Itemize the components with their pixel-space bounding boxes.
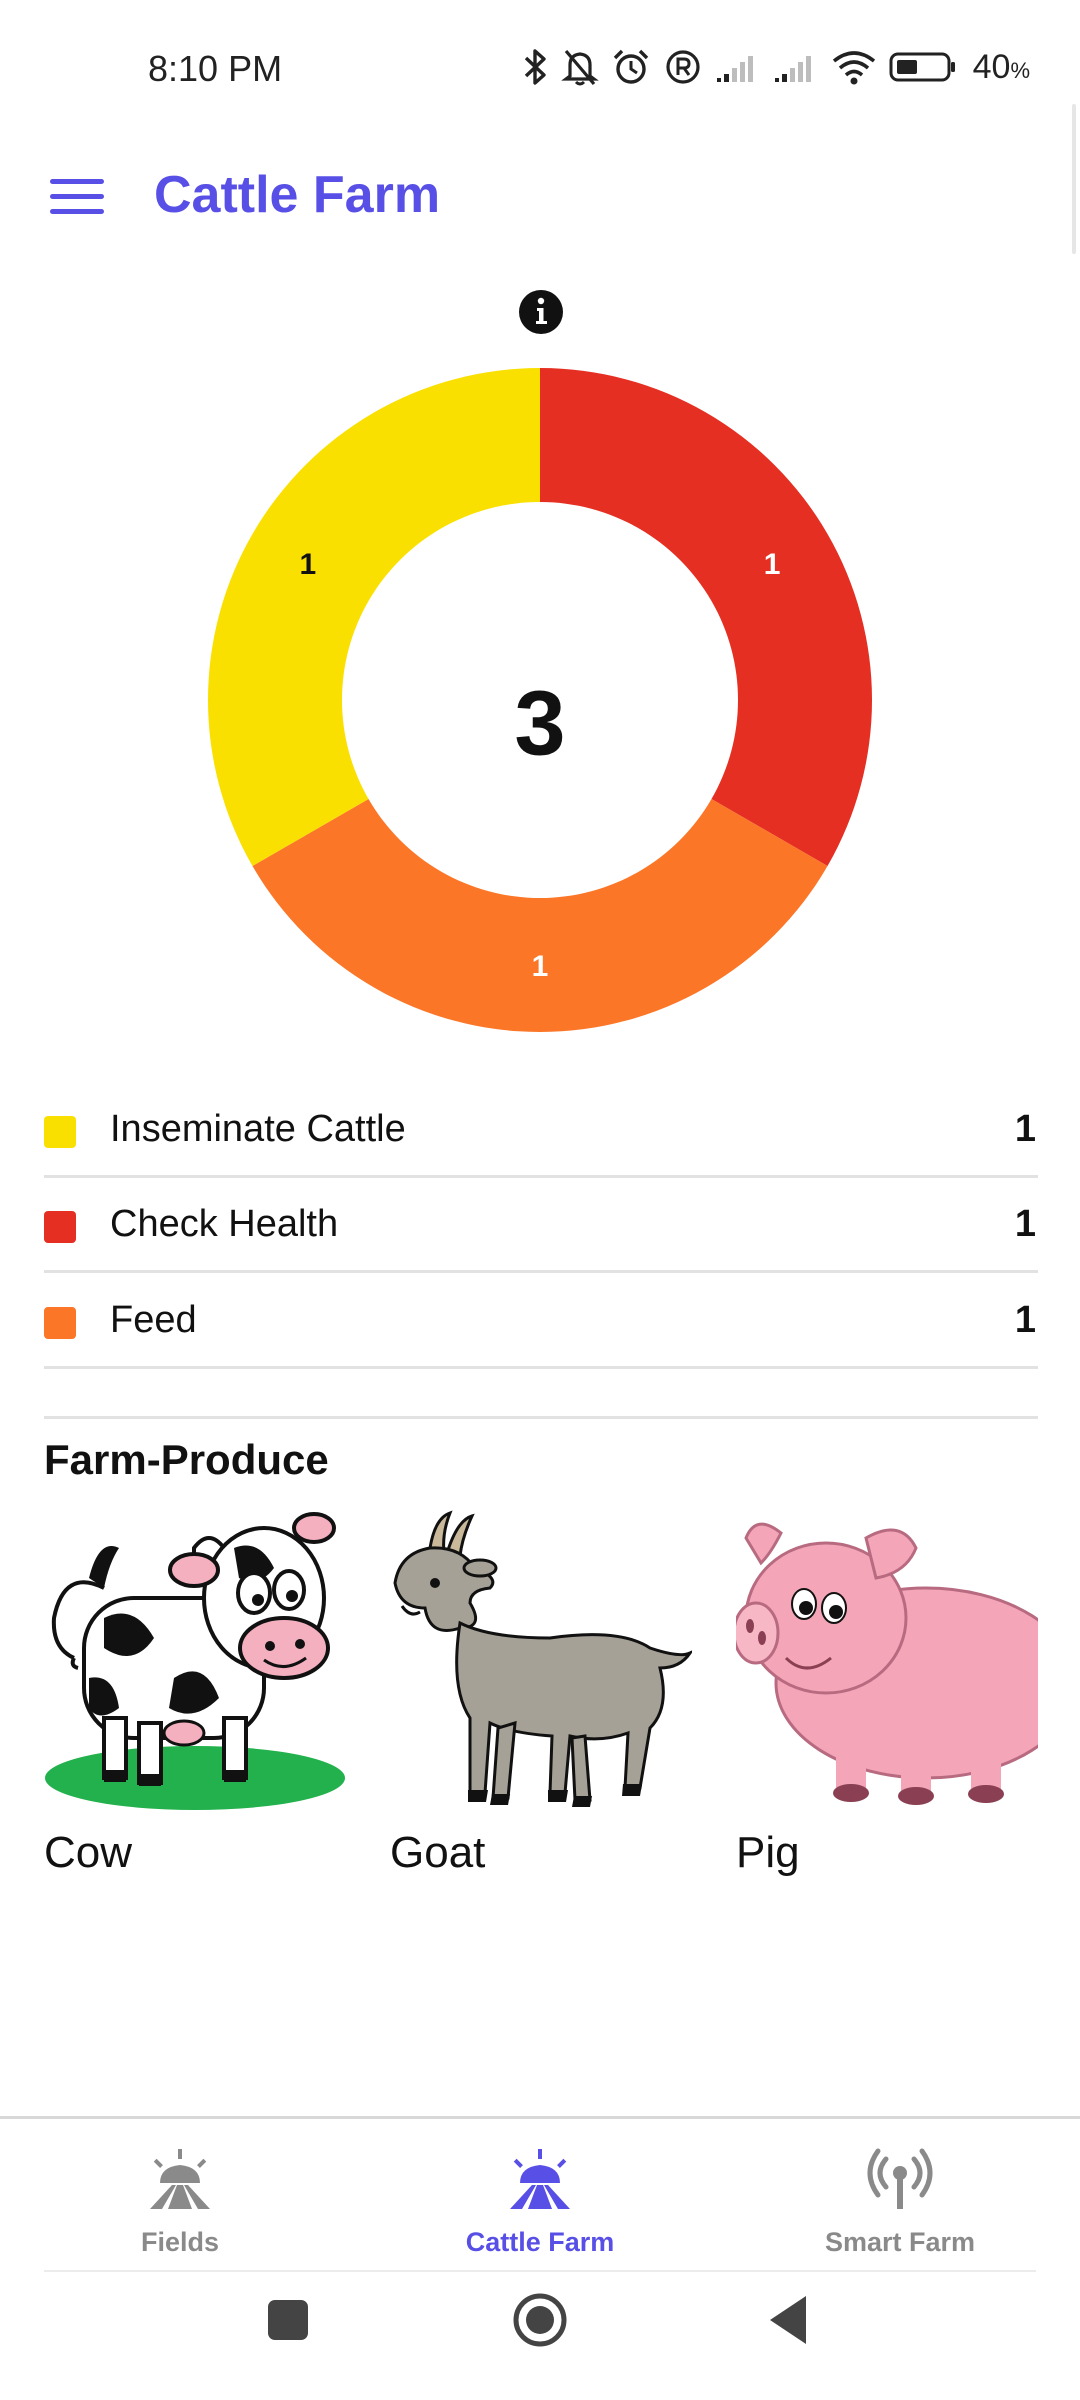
mute-bell-icon <box>560 49 599 86</box>
legend-value: 1 <box>1014 1299 1036 1341</box>
signal-icon <box>716 56 753 82</box>
hamburger-menu-icon[interactable] <box>46 164 108 226</box>
status-time: 8:10 PM <box>148 48 283 89</box>
cattle-farm-icon <box>510 2149 570 2209</box>
cow-image <box>45 1512 345 1810</box>
bottom-navigation: Fields Cattle Farm Smart Farm <box>0 2116 1080 2272</box>
produce-name: Goat <box>390 1828 486 1877</box>
donut-segment-feed[interactable] <box>252 799 828 1032</box>
produce-card-goat[interactable]: Goat <box>390 1508 692 1878</box>
nav-label: Fields <box>140 2227 220 2257</box>
app-bar: Cattle Farm <box>0 140 1080 280</box>
legend-row-inseminate-cattle[interactable]: Inseminate Cattle 1 <box>44 1082 1038 1178</box>
battery-percent: 40% <box>972 47 1030 86</box>
pig-image <box>736 1522 1038 1805</box>
legend-value: 1 <box>1014 1108 1036 1150</box>
system-navigation-bar <box>0 2276 1080 2400</box>
donut-segment-check-health[interactable] <box>540 368 872 866</box>
produce-card-cow[interactable]: Cow <box>44 1508 346 1878</box>
chart-legend: Inseminate Cattle 1 Check Health 1 Feed … <box>44 1082 1038 1369</box>
nav-label: Smart Farm <box>824 2227 976 2257</box>
donut-value-label: 1 <box>300 548 317 581</box>
legend-label: Check Health <box>110 1203 339 1245</box>
legend-value: 1 <box>1014 1203 1036 1245</box>
legend-swatch <box>44 1307 76 1339</box>
bluetooth-icon <box>524 49 546 85</box>
donut-center-total: 3 <box>514 672 565 774</box>
legend-row-feed[interactable]: Feed 1 <box>44 1273 1038 1369</box>
legend-swatch <box>44 1211 76 1243</box>
battery-icon <box>889 52 955 82</box>
nav-label: Cattle Farm <box>465 2227 615 2257</box>
wifi-icon <box>832 51 875 85</box>
produce-name: Pig <box>736 1828 800 1877</box>
alarm-icon <box>613 49 648 84</box>
legend-label: Inseminate Cattle <box>110 1108 406 1150</box>
back-icon[interactable] <box>766 2292 812 2348</box>
nav-item-cattle-farm[interactable]: Cattle Farm <box>390 2119 690 2272</box>
scroll-indicator <box>1072 104 1076 254</box>
donut-value-label: 1 <box>764 548 781 581</box>
fields-icon <box>150 2149 210 2209</box>
page-title: Cattle Farm <box>154 166 441 224</box>
status-bar: 8:10 PM 40% <box>0 0 1080 140</box>
produce-card-pig[interactable]: Pig <box>736 1508 1038 1878</box>
legend-swatch <box>44 1116 76 1148</box>
signal-icon-2 <box>774 56 811 82</box>
registered-icon <box>666 50 700 84</box>
farm-produce-title: Farm-Produce <box>44 1436 329 1483</box>
legend-row-check-health[interactable]: Check Health 1 <box>44 1177 1038 1273</box>
status-icons: 40% <box>523 44 1030 90</box>
goat-image <box>393 1510 692 1807</box>
section-divider <box>44 1416 1038 1419</box>
nav-item-smart-farm[interactable]: Smart Farm <box>750 2119 1050 2272</box>
donut-segment-inseminate-cattle[interactable] <box>208 368 540 866</box>
legend-label: Feed <box>110 1299 197 1341</box>
produce-name: Cow <box>44 1828 133 1877</box>
recent-apps-icon[interactable] <box>266 2298 310 2342</box>
info-icon[interactable] <box>518 289 564 335</box>
home-icon[interactable] <box>512 2292 568 2348</box>
nav-divider <box>44 2270 1036 2272</box>
nav-item-fields[interactable]: Fields <box>30 2119 330 2272</box>
antenna-icon <box>867 2148 933 2209</box>
donut-value-label: 1 <box>532 950 549 983</box>
task-donut-chart: 1 1 1 3 <box>208 368 872 1032</box>
